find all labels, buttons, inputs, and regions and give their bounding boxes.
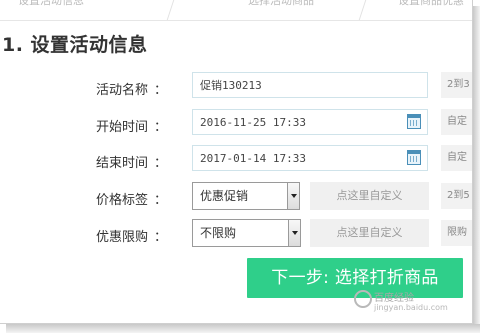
purchase-limit-hint: 限购 [441,220,472,246]
tab-select-products[interactable]: 选择活动商品 [170,0,360,21]
step-tabs: 设置活动信息 选择活动商品 设置商品优惠 [0,0,472,22]
chevron-down-icon[interactable] [287,183,299,209]
tab-activity-info[interactable]: 设置活动信息 [0,0,170,21]
tab-product-discount[interactable]: 设置商品优惠 [360,0,472,21]
end-time-hint: 自定 [441,145,472,171]
activity-name-input[interactable]: 促销130213 [192,72,428,98]
purchase-limit-custom-button[interactable]: 点这里自定义 [310,219,429,247]
end-time-input[interactable]: 2017-01-14 17:33 [192,145,428,171]
purchase-limit-label: 优惠限购： [96,230,168,245]
frame-shadow-bottom [6,324,480,333]
price-tag-custom-button[interactable]: 点这里自定义 [310,182,429,210]
start-time-hint: 自定 [441,109,472,135]
end-time-label: 结束时间： [96,156,168,171]
price-tag-select[interactable]: 优惠促销 [192,182,300,210]
price-tag-label: 价格标签： [96,193,168,208]
calendar-icon[interactable] [407,114,421,129]
activity-name-label: 活动名称： [96,83,168,98]
watermark: 百度经验 jingyan.baidu.com [352,286,472,322]
purchase-limit-select[interactable]: 不限购 [192,219,301,247]
start-time-label: 开始时间： [96,120,168,135]
activity-name-hint: 2到3 [441,72,472,98]
section-title: 1. 设置活动信息 [2,34,148,56]
paw-logo-icon [354,290,372,308]
frame-shadow-right [473,6,480,333]
start-time-input[interactable]: 2016-11-25 17:33 [192,109,428,135]
calendar-icon[interactable] [407,150,421,165]
price-tag-hint: 2到5 [441,183,472,209]
chevron-down-icon[interactable] [288,220,300,246]
